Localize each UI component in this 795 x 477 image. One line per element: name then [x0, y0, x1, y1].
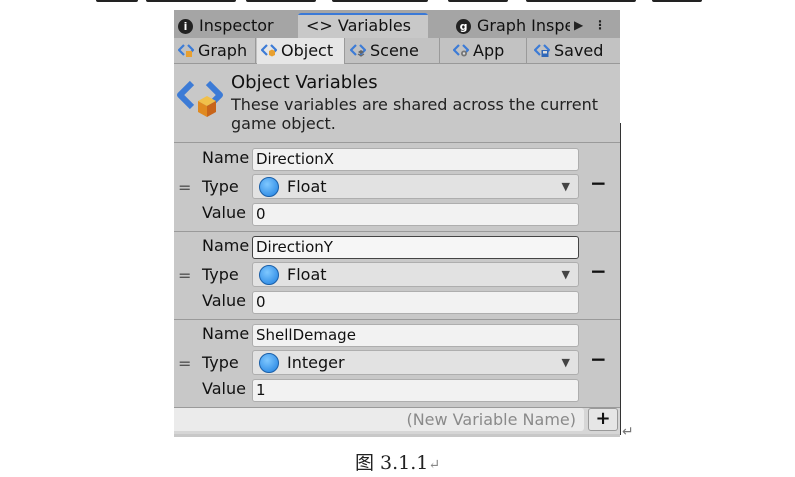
saved-variables-icon	[534, 44, 550, 57]
variable-value-field[interactable]: 0	[252, 203, 579, 226]
play-icon[interactable]: ▶	[574, 15, 583, 35]
graph-variables-icon	[178, 44, 194, 57]
variable-name-field[interactable]: DirectionY	[252, 236, 579, 259]
tab-app[interactable]: App	[441, 38, 527, 64]
tab-inspector-label: Inspector	[199, 16, 274, 35]
variable-name-field[interactable]: ShellDemage	[252, 324, 579, 347]
drag-handle-icon[interactable]: =	[178, 266, 191, 285]
chevron-down-icon: ▼	[561, 180, 570, 193]
new-variable-bar: (New Variable Name) +	[174, 408, 620, 434]
variables-header: Object Variables These variables are sha…	[174, 65, 620, 143]
tab-graph-label: Graph	[198, 41, 248, 60]
type-label: Type	[202, 265, 239, 284]
tab-graph-inspector-label: Graph Inspe	[477, 16, 570, 35]
tab-variables[interactable]: <> Variables	[298, 13, 428, 38]
cropped-top-text	[96, 0, 706, 4]
tab-app-label: App	[473, 41, 505, 60]
tab-saved-label: Saved	[554, 41, 604, 60]
add-variable-button[interactable]: +	[588, 408, 618, 431]
figure-caption-text: 图 3.1.1	[354, 452, 429, 474]
tab-object[interactable]: Object	[257, 38, 345, 64]
variable-row: = Name ShellDemage Type Integer ▼ − Valu…	[174, 320, 620, 408]
name-label: Name	[202, 324, 250, 343]
header-description: These variables are shared across the cu…	[231, 95, 598, 133]
chevron-down-icon: ▼	[561, 268, 570, 281]
tab-graph-inspector[interactable]: g Graph Inspe	[452, 13, 570, 38]
variable-type-value: Float	[287, 177, 327, 196]
name-label: Name	[202, 148, 250, 167]
tab-scene-label: Scene	[370, 41, 419, 60]
variable-type-value: Integer	[287, 353, 345, 372]
variable-type-dropdown[interactable]: Integer ▼	[252, 350, 579, 375]
value-label: Value	[202, 379, 246, 398]
tab-object-label: Object	[281, 41, 334, 60]
type-icon	[259, 177, 279, 197]
new-variable-name-input[interactable]: (New Variable Name)	[174, 408, 584, 431]
tab-saved[interactable]: Saved	[528, 38, 620, 64]
type-icon	[259, 265, 279, 285]
type-label: Type	[202, 177, 239, 196]
object-variables-icon	[261, 44, 277, 57]
variable-list: = Name DirectionX Type Float ▼ − Value 0…	[174, 144, 620, 408]
window-menu: ▶ ⋮	[572, 15, 612, 35]
kebab-menu-icon[interactable]: ⋮	[594, 15, 606, 35]
variable-value-field[interactable]: 0	[252, 291, 579, 314]
variables-window: i Inspector <> Variables g Graph Inspe ▶ ⋮…	[174, 10, 620, 437]
variable-row: = Name DirectionX Type Float ▼ − Value 0	[174, 144, 620, 232]
variable-row: = Name DirectionY Type Float ▼ − Value 0	[174, 232, 620, 320]
variable-type-dropdown[interactable]: Float ▼	[252, 262, 579, 287]
type-icon	[259, 353, 279, 373]
tab-inspector[interactable]: i Inspector	[178, 13, 296, 38]
object-variables-icon	[177, 80, 223, 117]
page-title: Object Variables	[231, 72, 378, 93]
page-divider	[620, 123, 621, 435]
scope-tab-bar: Graph Object Scene App Saved	[174, 38, 620, 64]
tab-graph[interactable]: Graph	[174, 38, 256, 64]
variable-type-dropdown[interactable]: Float ▼	[252, 174, 579, 199]
app-variables-icon	[453, 44, 469, 57]
remove-variable-button[interactable]: −	[590, 261, 607, 282]
paragraph-mark: ↵	[428, 457, 441, 473]
graph-icon: g	[456, 19, 471, 34]
figure-caption: 图 3.1.1↵	[0, 448, 795, 475]
value-label: Value	[202, 291, 246, 310]
tab-variables-label: <> Variables	[306, 16, 412, 35]
info-icon: i	[178, 19, 193, 34]
type-label: Type	[202, 353, 239, 372]
value-label: Value	[202, 203, 246, 222]
window-tab-bar: i Inspector <> Variables g Graph Inspe ▶ ⋮	[174, 10, 620, 38]
paragraph-mark: ↵	[622, 424, 634, 440]
chevron-down-icon: ▼	[561, 356, 570, 369]
variable-type-value: Float	[287, 265, 327, 284]
remove-variable-button[interactable]: −	[590, 349, 607, 370]
drag-handle-icon[interactable]: =	[178, 178, 191, 197]
variable-value-field[interactable]: 1	[252, 379, 579, 402]
drag-handle-icon[interactable]: =	[178, 354, 191, 373]
remove-variable-button[interactable]: −	[590, 173, 607, 194]
name-label: Name	[202, 236, 250, 255]
tab-scene[interactable]: Scene	[346, 38, 440, 64]
variable-name-field[interactable]: DirectionX	[252, 148, 579, 171]
scene-variables-icon	[350, 44, 366, 57]
